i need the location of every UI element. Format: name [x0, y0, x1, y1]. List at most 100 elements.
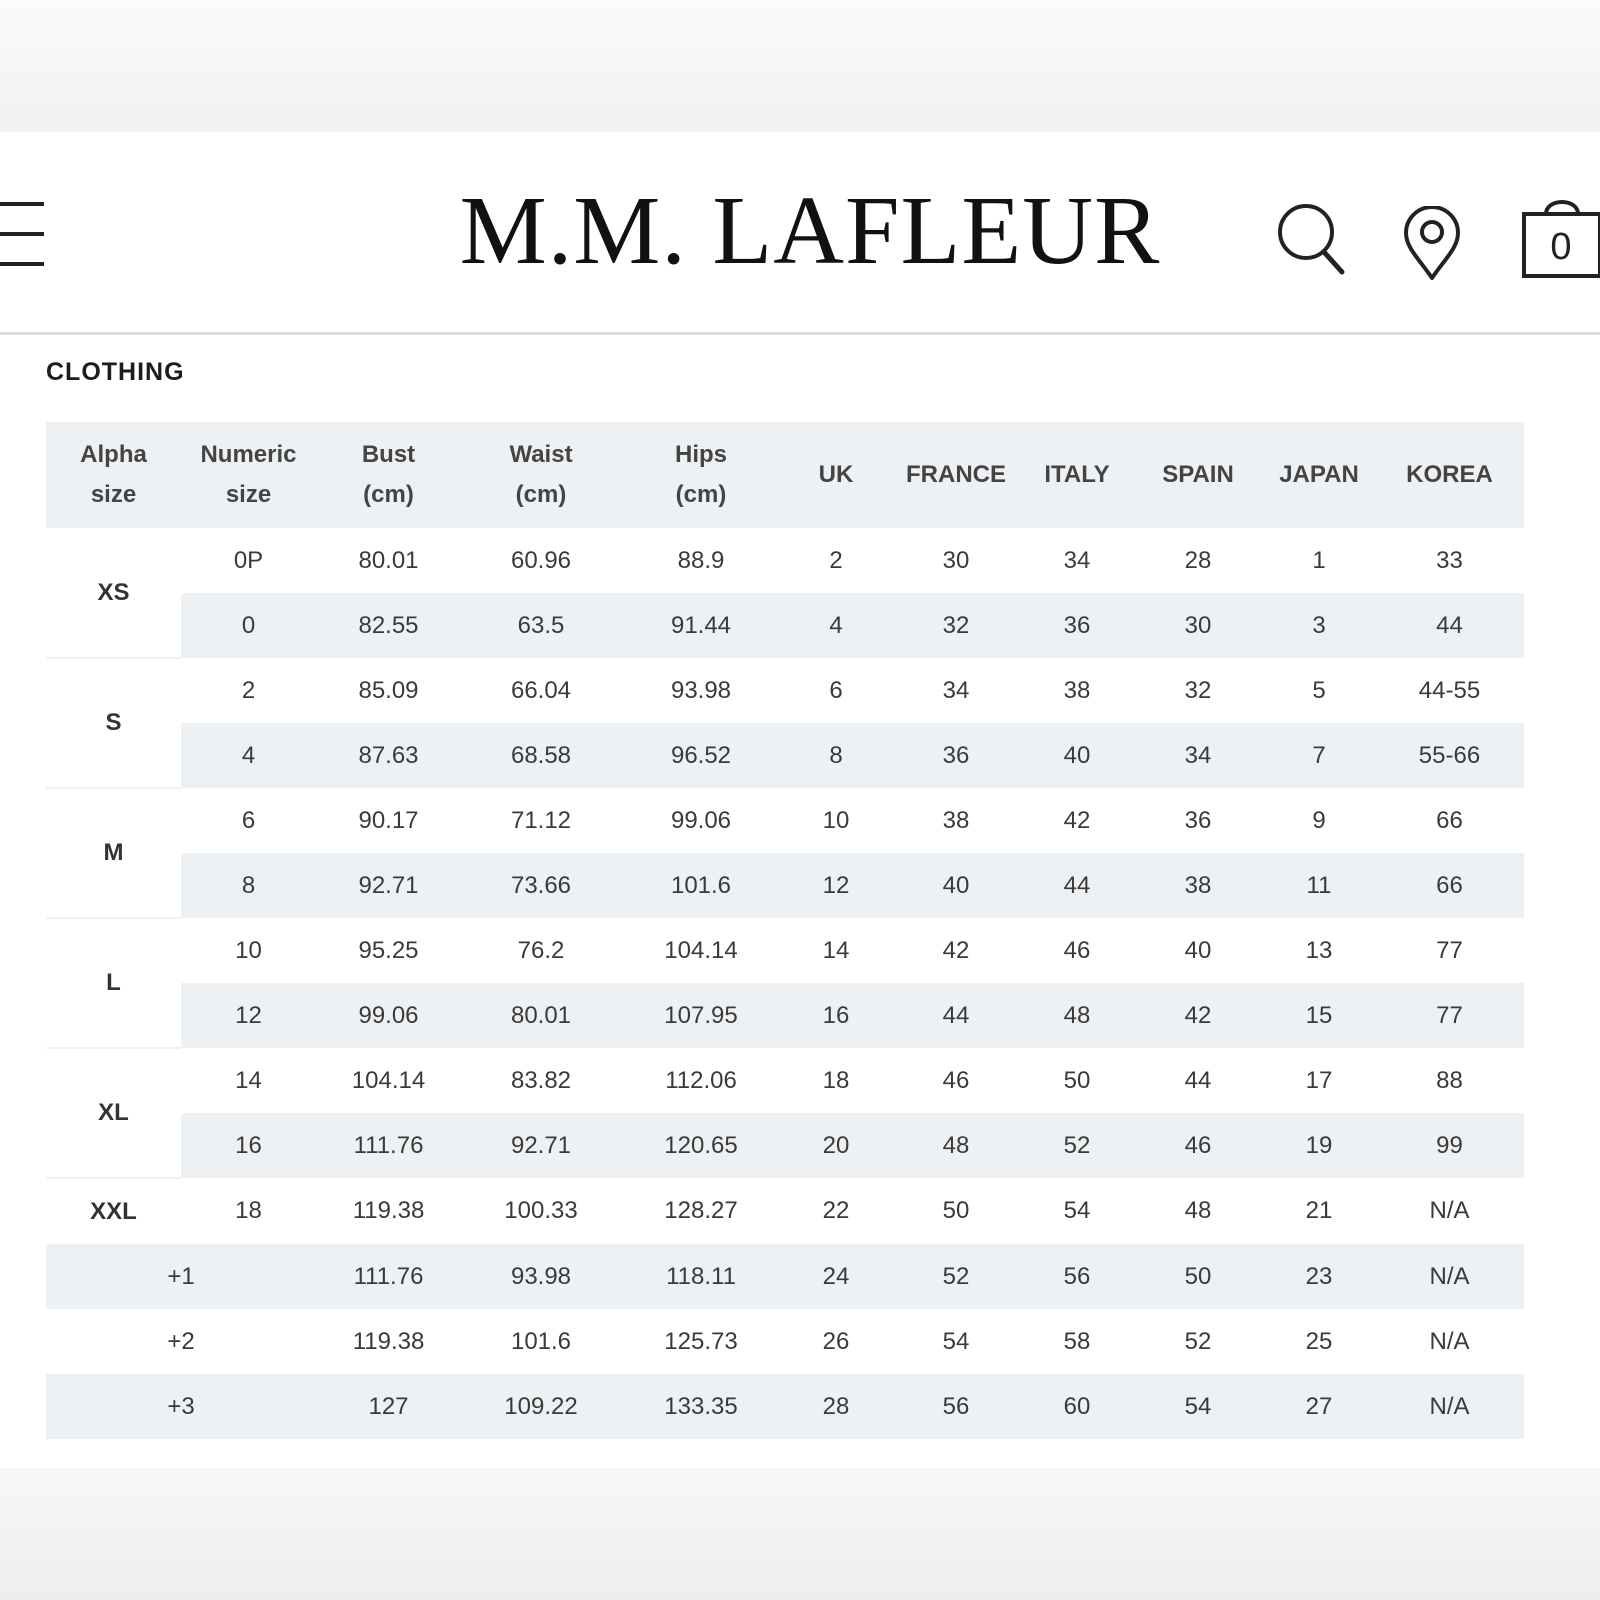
table-row: +2 119.38 101.6 125.73 26 54 58 52 25 N/A [46, 1309, 1524, 1374]
table-cell: 5 [1312, 676, 1326, 704]
shopping-bag-icon[interactable]: 0 [1522, 192, 1600, 280]
table-cell: 44 [1021, 853, 1133, 918]
table-cell: 20 [781, 1113, 891, 1178]
table-cell: 34 [942, 676, 970, 704]
table-cell: 76.2 [517, 936, 565, 964]
table-cell: 99.06 [670, 806, 732, 834]
table-cell: 13 [1305, 936, 1333, 964]
table-cell: 93.98 [461, 1244, 621, 1309]
table-cell: 34 [1063, 546, 1091, 574]
table-row: +1 111.76 93.98 118.11 24 52 56 50 23 N/A [46, 1244, 1524, 1309]
column-header-label: size [225, 481, 272, 508]
table-cell: 30 [1133, 593, 1263, 658]
table-cell: 54 [1133, 1374, 1263, 1439]
table-cell: 54 [942, 1327, 970, 1355]
alpha-size-cell: XXL [46, 1177, 181, 1244]
table-cell: 16 [781, 983, 891, 1048]
table-cell: 68.58 [461, 723, 621, 788]
table-cell: 83.82 [510, 1066, 572, 1094]
brand-logo[interactable]: M.M. LAFLEUR [380, 176, 1240, 286]
table-cell: N/A [1429, 1327, 1470, 1355]
table-cell: 38 [1063, 676, 1091, 704]
table-cell: 24 [781, 1244, 891, 1309]
table-cell: 10 [235, 936, 262, 964]
table-cell: 120.65 [621, 1113, 781, 1178]
column-header-label: (cm) [675, 481, 727, 508]
table-cell: 50 [1063, 1066, 1091, 1094]
table-cell: 38 [1133, 853, 1263, 918]
table-cell: 100.33 [504, 1197, 578, 1224]
column-header-label: (cm) [515, 481, 567, 508]
table-cell: 22 [822, 1197, 850, 1224]
table-cell: 92.71 [316, 853, 461, 918]
table-cell: N/A [1375, 1374, 1524, 1439]
column-header: FRANCE [891, 422, 1021, 528]
table-row: L 10 95.25 76.2 104.14 14 42 46 40 13 77 [46, 917, 1524, 1048]
table-cell: 33 [1436, 546, 1463, 574]
table-cell: 44 [1375, 593, 1524, 658]
table-cell: 28 [781, 1374, 891, 1439]
table-cell: 44-55 [1418, 676, 1481, 704]
table-cell: 12 [181, 983, 316, 1048]
table-cell: 93.98 [670, 676, 732, 704]
table-cell: 18 [235, 1197, 262, 1224]
table-cell: 96.52 [621, 723, 781, 788]
table-cell: 85.09 [358, 676, 419, 704]
column-header-label: JAPAN [1279, 461, 1359, 488]
table-cell: 14 [822, 936, 850, 964]
column-header-label: size [90, 481, 137, 508]
alpha-size-cell: S [46, 657, 181, 788]
column-header-label: Bust [361, 441, 416, 468]
table-cell: 6 [241, 806, 256, 834]
table-row: 8 92.71 73.66 101.6 12 40 44 38 11 66 [46, 853, 1524, 918]
table-cell: 88 [1436, 1066, 1463, 1094]
table-cell: 2 [829, 546, 843, 574]
plus-size-cell: +3 [46, 1374, 316, 1439]
table-cell: 40 [1021, 723, 1133, 788]
table-cell: 8 [181, 853, 316, 918]
column-header-label: KOREA [1406, 461, 1493, 488]
table-cell: 60.96 [510, 546, 572, 574]
table-cell: 109.22 [461, 1374, 621, 1439]
alpha-size-cell: L [46, 917, 181, 1048]
table-cell: 12 [781, 853, 891, 918]
table-cell: 99 [1375, 1113, 1524, 1178]
table-cell: 16 [181, 1113, 316, 1178]
search-icon[interactable] [1276, 202, 1346, 276]
alpha-size-cell: XS [46, 528, 181, 658]
table-cell: 80.01 [461, 983, 621, 1048]
table-cell: 8 [781, 723, 891, 788]
alpha-size-cell: M [46, 787, 181, 918]
table-row: 12 99.06 80.01 107.95 16 44 48 42 15 77 [46, 983, 1524, 1048]
table-cell: 104.14 [664, 936, 738, 964]
table-row: XXL 18 119.38 100.33 128.27 22 50 54 48 21 N/A [46, 1177, 1524, 1244]
table-cell: 52 [1184, 1327, 1212, 1355]
location-pin-icon[interactable] [1402, 206, 1462, 282]
bottom-background [0, 1468, 1600, 1600]
table-cell: 101.6 [510, 1327, 572, 1355]
table-cell: 28 [1184, 546, 1212, 574]
table-cell: 17 [1305, 1066, 1333, 1094]
table-cell: 46 [1133, 1113, 1263, 1178]
table-cell: 0 [181, 593, 316, 658]
column-header-label: Numeric [200, 441, 297, 468]
table-cell: 23 [1263, 1244, 1375, 1309]
table-cell: 21 [1305, 1197, 1333, 1224]
alpha-size-cell: XL [46, 1047, 181, 1178]
table-cell: 7 [1263, 723, 1375, 788]
table-cell: 50 [1133, 1244, 1263, 1309]
table-cell: 52 [1021, 1113, 1133, 1178]
table-cell: 26 [822, 1327, 850, 1355]
table-cell: 77 [1375, 983, 1524, 1048]
table-row: M 6 90.17 71.12 99.06 10 38 42 36 9 66 [46, 787, 1524, 918]
table-cell: 88.9 [677, 546, 725, 574]
menu-icon[interactable] [0, 202, 44, 266]
column-header-label: Waist [509, 441, 573, 468]
column-header: KOREA [1375, 422, 1524, 528]
table-cell: 0P [233, 546, 264, 574]
table-cell: 66 [1375, 853, 1524, 918]
table-cell: 25 [1305, 1327, 1333, 1355]
table-cell: N/A [1375, 1244, 1524, 1309]
table-cell: 55-66 [1375, 723, 1524, 788]
table-cell: 52 [891, 1244, 1021, 1309]
